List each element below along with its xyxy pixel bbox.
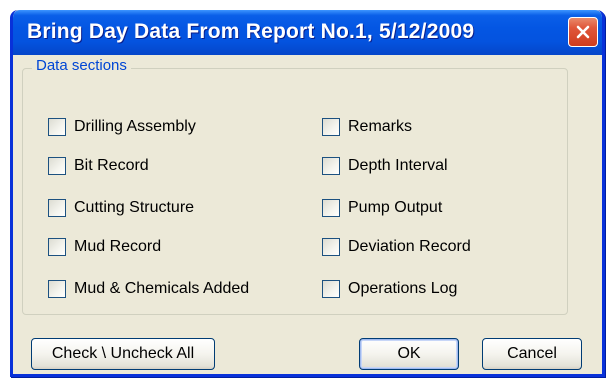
checkbox-box[interactable] xyxy=(48,118,66,136)
checkbox-deviation-record[interactable]: Deviation Record xyxy=(322,236,471,258)
checkbox-box[interactable] xyxy=(48,157,66,175)
checkbox-label: Drilling Assembly xyxy=(74,118,196,135)
checkbox-cutting-structure[interactable]: Cutting Structure xyxy=(48,197,194,219)
checkbox-label: Bit Record xyxy=(74,157,149,174)
checkbox-box[interactable] xyxy=(48,199,66,217)
checkbox-label: Pump Output xyxy=(348,199,443,216)
checkbox-box[interactable] xyxy=(322,199,340,217)
window-title: Bring Day Data From Report No.1, 5/12/20… xyxy=(27,20,475,43)
cancel-button[interactable]: Cancel xyxy=(482,338,582,370)
checkbox-label: Remarks xyxy=(348,118,413,135)
checkbox-box[interactable] xyxy=(322,157,340,175)
close-button[interactable] xyxy=(568,17,598,47)
close-icon xyxy=(576,25,590,39)
checkbox-label: Operations Log xyxy=(348,280,458,297)
group-label: Data sections xyxy=(32,57,131,74)
checkbox-label: Cutting Structure xyxy=(74,199,195,216)
check-uncheck-all-button[interactable]: Check \ Uncheck All xyxy=(31,338,215,370)
checkbox-box[interactable] xyxy=(48,238,66,256)
checkbox-box[interactable] xyxy=(322,280,340,298)
checkbox-pump-output[interactable]: Pump Output xyxy=(322,197,442,219)
checkbox-box[interactable] xyxy=(322,238,340,256)
checkbox-label: Mud Record xyxy=(74,238,162,255)
checkbox-depth-interval[interactable]: Depth Interval xyxy=(322,155,448,177)
title-bar[interactable]: Bring Day Data From Report No.1, 5/12/20… xyxy=(13,10,602,55)
checkbox-label: Depth Interval xyxy=(348,157,448,174)
checkbox-box[interactable] xyxy=(48,280,66,298)
checkbox-label: Mud & Chemicals Added xyxy=(74,280,250,297)
checkbox-box[interactable] xyxy=(322,118,340,136)
checkbox-mud-chemicals-added[interactable]: Mud & Chemicals Added xyxy=(48,278,249,300)
checkbox-label: Deviation Record xyxy=(348,238,471,255)
ok-button[interactable]: OK xyxy=(359,338,459,370)
checkbox-drilling-assembly[interactable]: Drilling Assembly xyxy=(48,116,196,138)
checkbox-mud-record[interactable]: Mud Record xyxy=(48,236,161,258)
checkbox-operations-log[interactable]: Operations Log xyxy=(322,278,457,300)
checkbox-bit-record[interactable]: Bit Record xyxy=(48,155,149,177)
checkbox-remarks[interactable]: Remarks xyxy=(322,116,412,138)
